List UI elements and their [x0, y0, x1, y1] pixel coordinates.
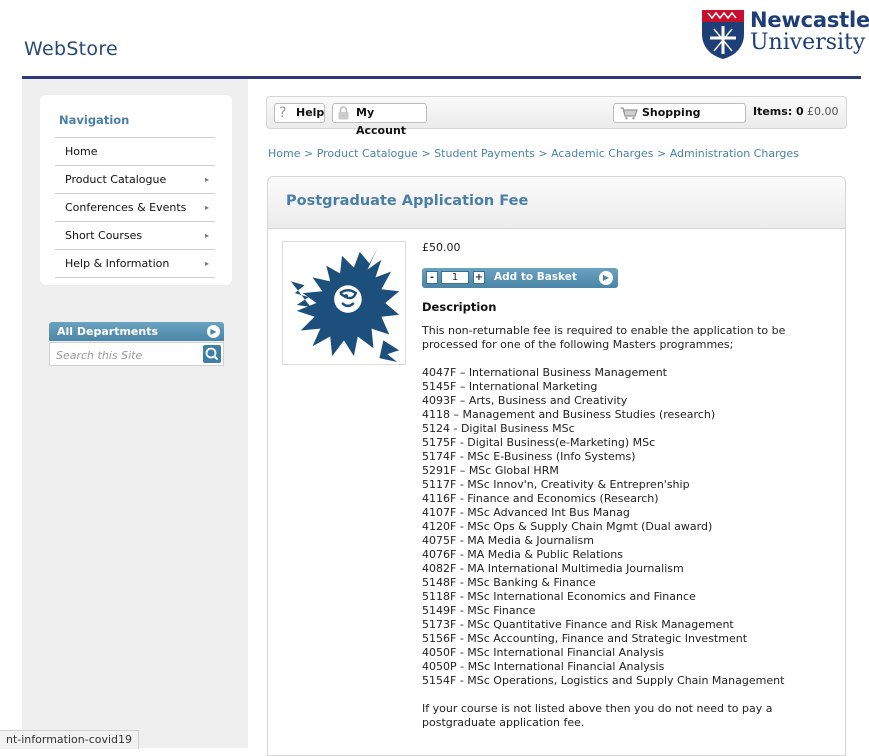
nav-item-label: Home	[65, 145, 98, 158]
breadcrumb-separator: >	[656, 147, 670, 160]
product-panel: Postgraduate Application Fee £50.00 - + …	[267, 176, 846, 756]
navigation-panel: Navigation Home Product Catalogue ▸ Confe…	[40, 95, 232, 285]
list-item: 5291F – MSc Global HRM	[422, 464, 559, 477]
breadcrumb-product-catalogue[interactable]: Product Catalogue	[317, 147, 418, 160]
list-item: 5118F - MSc International Economics and …	[422, 590, 696, 603]
list-item: 4050P - MSc International Financial Anal…	[422, 660, 665, 673]
breadcrumb-student-payments[interactable]: Student Payments	[434, 147, 535, 160]
nav-item-conferences-events[interactable]: Conferences & Events ▸	[55, 194, 215, 222]
shopping-cart-icon	[620, 107, 638, 120]
arrow-right-circle-icon[interactable]: ▶	[599, 271, 613, 285]
product-title: Postgraduate Application Fee	[286, 193, 529, 209]
description-heading: Description	[422, 300, 497, 314]
store-toolbar: ? Help My Account Shopping Items: 0 £0.0…	[266, 96, 847, 137]
list-item: 4047F – International Business Managemen…	[422, 366, 667, 379]
university-logo[interactable]: Newcastle University	[700, 6, 869, 62]
navigation-list: Home Product Catalogue ▸ Conferences & Ev…	[55, 137, 215, 278]
site-search	[49, 342, 224, 366]
product-header: Postgraduate Application Fee	[268, 177, 845, 229]
chevron-right-icon: ▸	[204, 203, 209, 212]
list-item: 5174F - MSc E-Business (Info Systems)	[422, 450, 636, 463]
logo-text-newcastle: Newcastle	[750, 8, 869, 32]
add-to-basket-control: - + Add to Basket ▶	[422, 268, 618, 288]
add-to-basket-button[interactable]: Add to Basket	[494, 271, 577, 283]
nav-item-short-courses[interactable]: Short Courses ▸	[55, 222, 215, 250]
list-item: 4082F - MA International Multimedia Jour…	[422, 562, 684, 575]
navigation-title: Navigation	[59, 113, 130, 127]
nav-item-product-catalogue[interactable]: Product Catalogue ▸	[55, 166, 215, 194]
question-icon: ?	[279, 105, 287, 121]
description-outro: If your course is not listed above then …	[422, 702, 773, 729]
list-item: 5173F - MSc Quantitative Finance and Ris…	[422, 618, 734, 631]
search-button[interactable]	[203, 345, 221, 363]
breadcrumb-administration-charges[interactable]: Administration Charges	[670, 147, 799, 160]
list-item: 4076F - MA Media & Public Relations	[422, 548, 623, 561]
nav-item-home[interactable]: Home	[55, 138, 215, 166]
nav-item-label: Product Catalogue	[65, 173, 167, 186]
breadcrumb-separator: >	[538, 147, 552, 160]
shopping-basket-button[interactable]: Shopping	[613, 103, 746, 123]
list-item: 5175F - Digital Business(e-Marketing) MS…	[422, 436, 656, 449]
breadcrumb-home[interactable]: Home	[268, 147, 300, 160]
product-price: £50.00	[422, 241, 461, 254]
list-item: 5154F - MSc Operations, Logistics and Su…	[422, 674, 785, 687]
quantity-decrease-button[interactable]: -	[426, 271, 438, 284]
status-bar-url: nt-information-covid19	[0, 730, 140, 749]
my-account-label: My Account	[356, 106, 407, 137]
chevron-right-icon: ▸	[204, 231, 209, 240]
nav-item-label: Short Courses	[65, 229, 143, 242]
nav-item-help-information[interactable]: Help & Information ▸	[55, 250, 215, 278]
arrow-right-circle-icon: ▶	[207, 325, 220, 338]
all-departments-label: All Departments	[57, 325, 159, 338]
help-label: Help	[296, 106, 325, 119]
list-item: 5117F - MSc Innov'n, Creativity & Entrep…	[422, 478, 690, 491]
lock-icon	[338, 106, 349, 120]
help-button[interactable]: ? Help	[274, 103, 325, 123]
list-item: 5149F - MSc Finance	[422, 604, 536, 617]
list-item: 4116F - Finance and Economics (Research)	[422, 492, 659, 505]
list-item: 4050F - MSc International Financial Anal…	[422, 646, 664, 659]
logo-text-university: University	[750, 30, 866, 55]
chevron-right-icon: ▸	[204, 259, 209, 268]
my-account-button[interactable]: My Account	[332, 103, 427, 137]
breadcrumb-separator: >	[303, 147, 317, 160]
description-intro: This non-returnable fee is required to e…	[422, 324, 786, 351]
list-item: 4093F – Arts, Business and Creativity	[422, 394, 628, 407]
all-departments-dropdown[interactable]: All Departments ▶	[49, 322, 224, 341]
breadcrumb: Home > Product Catalogue > Student Payme…	[268, 147, 799, 160]
search-input[interactable]	[54, 346, 202, 364]
list-item: 5145F – International Marketing	[422, 380, 598, 393]
shopping-label: Shopping	[642, 106, 701, 119]
list-item: 4075F - MA Media & Journalism	[422, 534, 594, 547]
breadcrumb-separator: >	[421, 147, 435, 160]
list-item: 5124 - Digital Business MSc	[422, 422, 575, 435]
search-icon	[205, 347, 219, 361]
site-title[interactable]: WebStore	[24, 38, 118, 60]
breadcrumb-academic-charges[interactable]: Academic Charges	[551, 147, 653, 160]
chevron-right-icon: ▸	[204, 175, 209, 184]
basket-total: £0.00	[807, 105, 839, 118]
basket-items-count: Items: 0	[753, 105, 804, 118]
quantity-input[interactable]	[441, 271, 469, 284]
university-lion-icon	[290, 247, 400, 363]
list-item: 4120F - MSc Ops & Supply Chain Mgmt (Dua…	[422, 520, 713, 533]
list-item: 4118 – Management and Business Studies (…	[422, 408, 716, 421]
list-item: 4107F - MSc Advanced Int Bus Manag	[422, 506, 630, 519]
product-image	[282, 241, 406, 365]
list-item: 5148F - MSc Banking & Finance	[422, 576, 596, 589]
nav-item-label: Conferences & Events	[65, 201, 187, 214]
university-crest-icon	[702, 10, 744, 59]
course-list: 4047F – International Business Managemen…	[422, 366, 784, 688]
quantity-increase-button[interactable]: +	[473, 271, 485, 284]
nav-item-label: Help & Information	[65, 257, 170, 270]
list-item: 5156F - MSc Accounting, Finance and Stra…	[422, 632, 748, 645]
